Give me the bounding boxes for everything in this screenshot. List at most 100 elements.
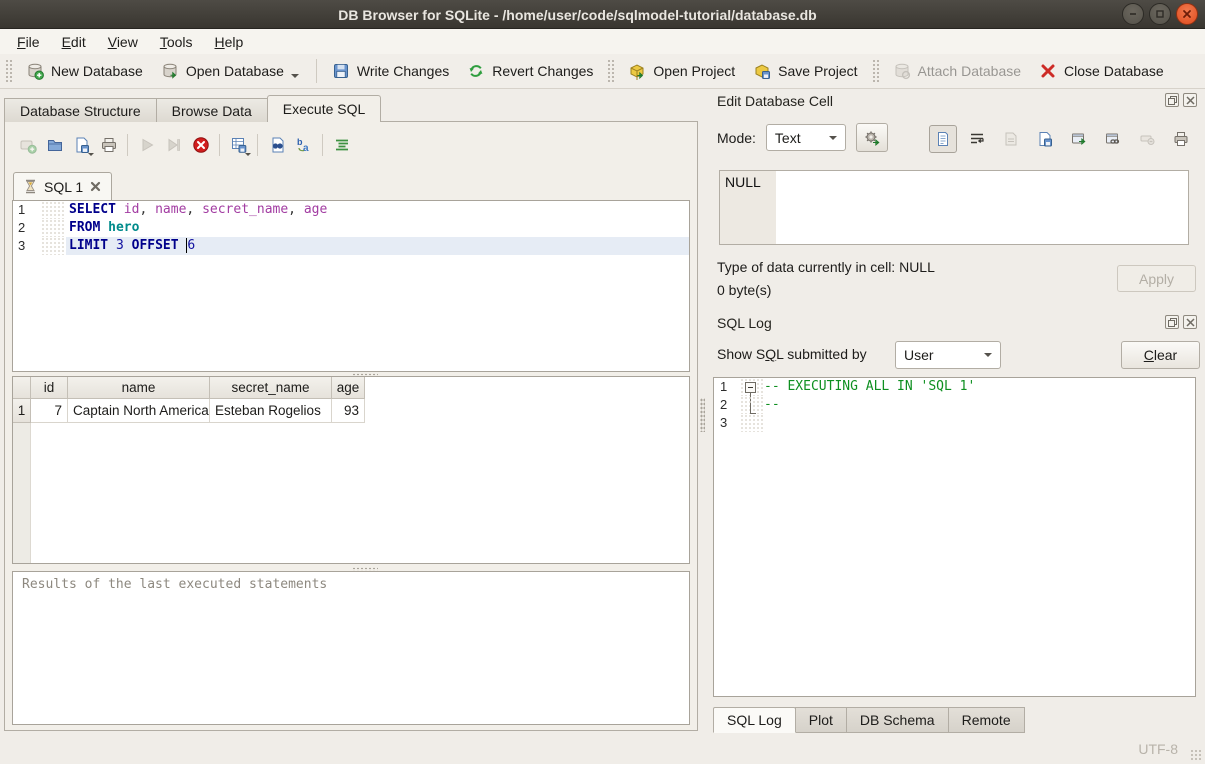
cell-age[interactable]: 93 [332,399,365,423]
log-comment: -- [764,396,1195,414]
menu-help[interactable]: Help [204,31,255,53]
print-icon [100,136,118,154]
word-wrap-button[interactable] [963,125,991,153]
cell-secret-name[interactable]: Esteban Rogelios [210,399,332,423]
toolbar-separator [257,134,258,156]
close-dock-button[interactable] [1183,315,1197,329]
save-project-button[interactable]: Save Project [744,57,866,85]
tab-execute-sql[interactable]: Execute SQL [267,95,382,122]
find-replace-button[interactable]: b a [290,131,317,158]
chevron-down-icon [829,136,837,140]
open-database-dropdown[interactable] [291,74,299,78]
revert-changes-button[interactable]: Revert Changes [458,57,602,85]
save-sql-file-button[interactable] [68,131,95,158]
results-table[interactable]: id name secret_name age 1 7 Captain Nort… [12,376,690,564]
maximize-button[interactable] [1149,3,1171,25]
menu-tools[interactable]: Tools [149,31,204,53]
find-replace-icon: b a [295,136,313,154]
sql-code-editor[interactable]: 1 SELECT id, name, secret_name, age 2 FR… [12,200,690,372]
menu-view[interactable]: View [97,31,149,53]
find-button[interactable] [263,131,290,158]
corner-header[interactable] [13,377,31,399]
fold-margin [740,396,764,414]
log-filter-select[interactable]: User [895,341,1001,369]
open-project-button[interactable]: Open Project [619,57,744,85]
column-header-name[interactable]: name [68,377,210,399]
format-sql-button[interactable] [328,131,355,158]
table-row[interactable]: 1 7 Captain North America Esteban Rogeli… [13,399,689,423]
tab-database-structure[interactable]: Database Structure [4,98,157,122]
copy-link-button[interactable] [1099,125,1127,153]
set-null-button [1133,125,1161,153]
close-icon [1182,9,1192,19]
float-dock-button[interactable] [1165,315,1179,329]
open-database-button[interactable]: Open Database [152,57,310,85]
close-button[interactable] [1176,3,1198,25]
import-cell-data-button [997,125,1025,153]
open-in-external-app-button[interactable] [1065,125,1093,153]
new-database-button[interactable]: New Database [17,57,152,85]
export-cell-data-button[interactable] [1031,125,1059,153]
text-mode-button[interactable] [929,125,957,153]
cell-id[interactable]: 7 [31,399,68,423]
save-sql-dropdown[interactable] [88,153,94,156]
toolbar-drag-handle[interactable] [607,59,614,83]
dock-tab-db-schema[interactable]: DB Schema [846,707,949,733]
editor-line: 1 SELECT id, name, secret_name, age [13,201,689,219]
dock-tab-remote[interactable]: Remote [948,707,1025,733]
close-database-icon [1039,62,1057,80]
sql-file-tab[interactable]: SQL 1 [13,172,112,200]
toolbar-separator [322,134,323,156]
svg-text:a: a [303,143,309,154]
menu-file[interactable]: File [6,31,51,53]
toolbar-drag-handle[interactable] [872,59,879,83]
close-dock-button[interactable] [1183,93,1197,107]
dock-tab-bar: SQL Log Plot DB Schema Remote [713,707,1024,733]
toolbar-drag-handle[interactable] [5,59,12,83]
cell-name[interactable]: Captain North America [68,399,210,423]
clear-log-button[interactable]: Clear [1121,341,1200,369]
print-cell-button[interactable] [1167,125,1195,153]
close-database-button[interactable]: Close Database [1030,57,1173,85]
close-tab-icon[interactable] [90,181,101,192]
apply-format-button[interactable] [856,123,888,152]
row-header[interactable]: 1 [13,399,31,423]
column-header-id[interactable]: id [31,377,68,399]
sql-editor-toolbar: b a [14,131,355,158]
sql-log-view[interactable]: 1 -- EXECUTING ALL IN 'SQL 1' 2 -- 3 [713,377,1196,697]
right-dock: Edit Database Cell Mode: Text [707,89,1201,734]
dock-tab-plot[interactable]: Plot [795,707,847,733]
mode-label: Mode: [717,130,756,146]
menu-edit[interactable]: Edit [51,31,97,53]
print-sql-button[interactable] [95,131,122,158]
dock-tab-sql-log[interactable]: SQL Log [713,707,796,733]
cell-mode-row: Mode: Text [717,123,888,152]
save-results-button[interactable] [225,131,252,158]
fold-margin [41,237,66,255]
window-title: DB Browser for SQLite - /home/user/code/… [40,0,1115,29]
stop-execution-button[interactable] [187,131,214,158]
open-sql-file-button[interactable] [41,131,68,158]
column-header-secret-name[interactable]: secret_name [210,377,332,399]
open-file-icon [1003,131,1019,147]
cell-value-editor[interactable]: NULL [719,170,1189,245]
minimize-button[interactable] [1122,3,1144,25]
write-changes-button[interactable]: Write Changes [323,57,458,85]
line-number: 1 [714,378,740,396]
open-external-icon [1071,131,1087,147]
toolbar-separator [219,134,220,156]
titlebar[interactable]: DB Browser for SQLite - /home/user/code/… [0,0,1205,29]
main-dock-splitter[interactable] [700,398,705,432]
execution-message-pane[interactable]: Results of the last executed statements [12,571,690,725]
float-dock-button[interactable] [1165,93,1179,107]
execute-sql-pane: b a SQL 1 1 [4,121,698,731]
save-results-dropdown[interactable] [245,153,251,156]
tab-browse-data[interactable]: Browse Data [156,98,268,122]
encoding-indicator[interactable]: UTF-8 [1138,741,1178,757]
column-header-age[interactable]: age [332,377,365,399]
find-icon [268,136,286,154]
log-filter-label: Show SQL submitted by [717,346,867,362]
fold-collapse-icon[interactable] [745,382,756,393]
resize-grip[interactable] [1190,749,1202,761]
mode-select[interactable]: Text [766,124,846,151]
